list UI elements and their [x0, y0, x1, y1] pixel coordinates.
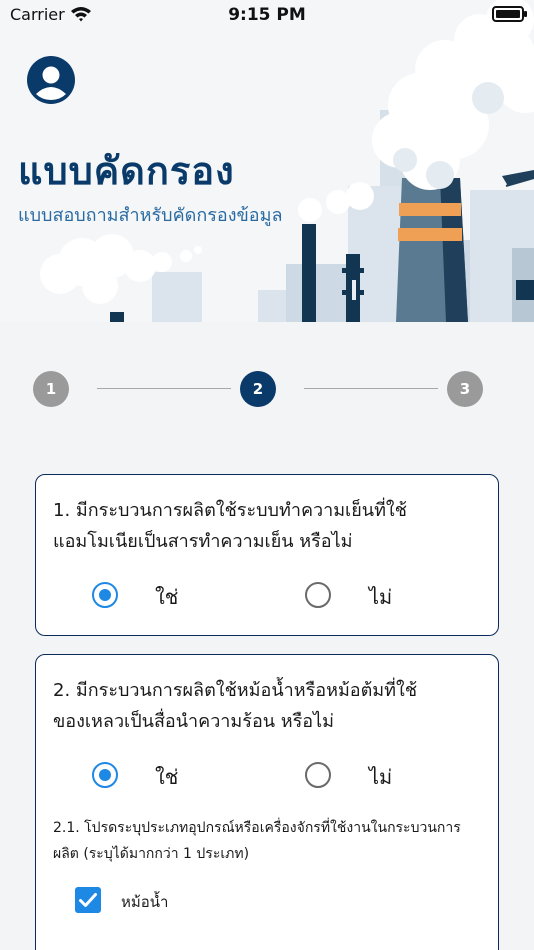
page-title: แบบคัดกรอง — [18, 149, 235, 193]
checkmark-icon — [79, 893, 97, 907]
yes-label: ใช่ — [155, 765, 179, 789]
boiler-checkbox[interactable] — [75, 887, 101, 913]
status-bar: Carrier 9:15 PM — [0, 0, 534, 30]
progress-stepper: 1 2 3 — [0, 370, 534, 408]
checkbox-label: หม้อน้ำ — [121, 893, 169, 911]
stepper-connector — [97, 388, 231, 389]
clock: 9:15 PM — [228, 5, 306, 25]
question-text: 1. มีกระบวนการผลิตใช้ระบบทำความเย็นที่ใช… — [53, 500, 407, 552]
yes-radio[interactable] — [92, 762, 118, 788]
no-radio[interactable] — [305, 582, 331, 608]
no-label: ไม่ — [369, 585, 393, 609]
sub-question-text: 2.1. โปรดระบุประเภทอุปกรณ์หรือเครื่องจัก… — [53, 820, 461, 862]
page-subtitle: แบบสอบถามสำหรับคัดกรองข้อมูล — [18, 205, 283, 226]
question-card-2: 2. มีกระบวนการผลิตใช้หม้อน้ำหรือหม้อต้มท… — [35, 654, 499, 950]
no-radio[interactable] — [305, 762, 331, 788]
battery-icon — [492, 6, 527, 22]
user-avatar-icon[interactable] — [27, 56, 75, 104]
step-3[interactable]: 3 — [447, 371, 483, 407]
step-1[interactable]: 1 — [33, 371, 69, 407]
question-card-1: 1. มีกระบวนการผลิตใช้ระบบทำความเย็นที่ใช… — [35, 474, 499, 636]
question-text: 2. มีกระบวนการผลิตใช้หม้อน้ำหรือหม้อต้มท… — [53, 680, 418, 732]
yes-label: ใช่ — [155, 585, 179, 609]
no-label: ไม่ — [369, 765, 393, 789]
step-2[interactable]: 2 — [240, 371, 276, 407]
stepper-connector — [304, 388, 438, 389]
yes-radio[interactable] — [92, 582, 118, 608]
